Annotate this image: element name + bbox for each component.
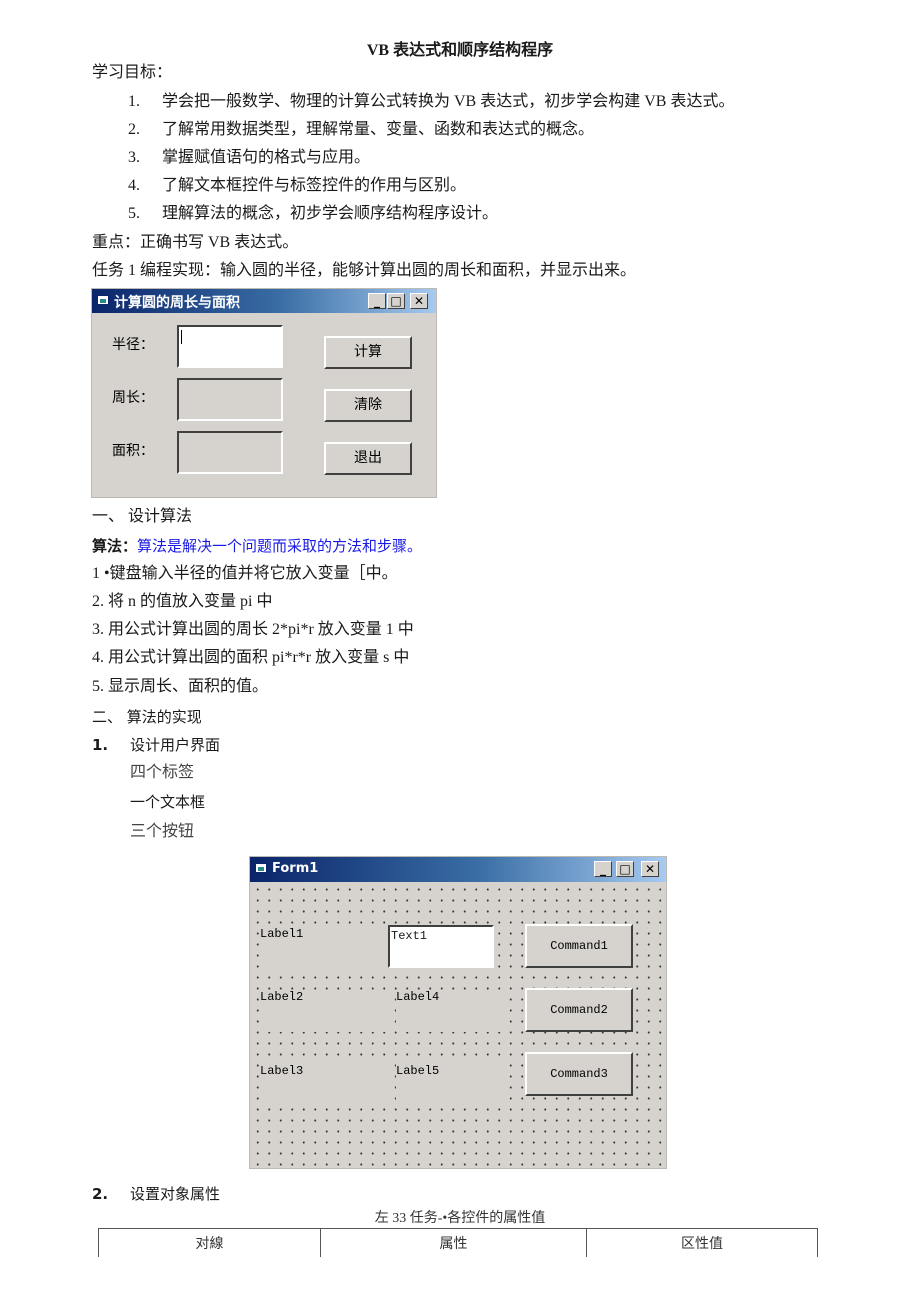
subsection-num: 1. — [92, 736, 109, 754]
task-description: 任务 1 编程实现：输入圆的半径，能够计算出圆的周长和面积，并显示出来。 — [92, 262, 637, 279]
label3-control[interactable]: Label3 — [260, 1064, 389, 1106]
perimeter-output — [177, 378, 283, 421]
step-item: 5. 显示周长、面积的值。 — [92, 678, 269, 695]
step-item: 2. 将 n 的值放入变量 pi 中 — [92, 593, 273, 610]
ui-item: 四个标签 — [130, 764, 195, 781]
close-button[interactable]: ✕ — [410, 293, 428, 309]
algorithm-label: 算法： — [92, 537, 138, 555]
close-button[interactable]: ✕ — [641, 861, 659, 877]
area-output — [177, 431, 283, 474]
objective-text: 学会把一般数学、物理的计算公式转换为 VB 表达式，初步学会构建 VB 表达式。 — [162, 93, 735, 110]
radius-label: 半径： — [112, 337, 154, 353]
section-design-algorithm: 一、 设计算法 — [92, 508, 193, 525]
objectives-heading: 学习目标： — [92, 64, 173, 81]
objective-num: 3. — [128, 149, 140, 166]
perimeter-label: 周长： — [112, 390, 154, 406]
command3-button[interactable]: Command3 — [525, 1052, 633, 1096]
objective-text: 了解文本框控件与标签控件的作用与区别。 — [162, 177, 467, 194]
objective-text: 理解算法的概念，初步学会顺序结构程序设计。 — [162, 205, 499, 222]
app-icon — [255, 863, 267, 873]
objective-item: 1. 学会把一般数学、物理的计算公式转换为 VB 表达式，初步学会构建 VB 表达… — [128, 92, 734, 112]
header-object: 对線 — [98, 1228, 321, 1257]
area-label: 面积： — [112, 443, 154, 459]
ui-item: 一个文本框 — [130, 793, 206, 811]
radius-input[interactable] — [177, 325, 283, 368]
subsection-num: 2. — [92, 1185, 109, 1203]
objective-item: 2. 了解常用数据类型，理解常量、变量、函数和表达式的概念。 — [128, 120, 594, 140]
label2-control[interactable]: Label2 — [260, 990, 389, 1032]
minimize-button[interactable]: _ — [368, 293, 386, 309]
subsection-text: 设计用户界面 — [130, 736, 221, 754]
exit-button[interactable]: 退出 — [324, 442, 412, 475]
window-title: 计算圆的周长与面积 — [114, 295, 240, 311]
step-item: 3. 用公式计算出圆的周长 2*pi*r 放入变量 1 中 — [92, 621, 414, 638]
header-property: 属性 — [320, 1228, 587, 1257]
app-icon — [97, 295, 109, 305]
clear-button[interactable]: 清除 — [324, 389, 412, 422]
subsection-properties: 2. 设置对象属性 — [92, 1184, 220, 1204]
table-caption: 左 33 任务-•各控件的属性值 — [374, 1211, 546, 1226]
objective-item: 3. 掌握赋值语句的格式与应用。 — [128, 148, 370, 168]
objective-text: 了解常用数据类型，理解常量、变量、函数和表达式的概念。 — [162, 121, 595, 138]
label4-control[interactable]: Label4 — [396, 990, 510, 1032]
minimize-button[interactable]: _ — [594, 861, 612, 877]
subsection-ui-design: 1. 设计用户界面 — [92, 735, 220, 755]
key-point: 重点：正确书写 VB 表达式。 — [92, 234, 299, 251]
objective-num: 5. — [128, 205, 140, 222]
objective-num: 4. — [128, 177, 140, 194]
label5-control[interactable]: Label5 — [396, 1064, 510, 1106]
form1-window: Form1 _ □ ✕ Label1 Label2 Label3 Label4 … — [249, 856, 667, 1169]
step-item: 4. 用公式计算出圆的面积 pi*r*r 放入变量 s 中 — [92, 649, 410, 666]
calculator-window: 计算圆的周长与面积 _ □ ✕ 半径： 周长： 面积： 计算 清除 退出 — [91, 288, 437, 498]
maximize-button[interactable]: □ — [387, 293, 405, 309]
header-value: 区性值 — [586, 1228, 818, 1257]
objective-item: 4. 了解文本框控件与标签控件的作用与区别。 — [128, 176, 466, 196]
calculate-button[interactable]: 计算 — [324, 336, 412, 369]
label1-control[interactable]: Label1 — [260, 927, 389, 969]
section-implementation: 二、 算法的实现 — [92, 708, 202, 726]
objective-item: 5. 理解算法的概念，初步学会顺序结构程序设计。 — [128, 204, 498, 224]
table-header-row: 对線 属性 区性值 — [98, 1228, 818, 1257]
document-title: VB 表达式和顺序结构程序 — [366, 42, 554, 59]
ui-item: 三个按钮 — [130, 823, 195, 840]
subsection-text: 设置对象属性 — [130, 1185, 221, 1203]
text1-control[interactable]: Text1 — [388, 925, 494, 968]
objective-num: 2. — [128, 121, 140, 138]
maximize-button[interactable]: □ — [616, 861, 634, 877]
properties-table: 对線 属性 区性值 — [98, 1228, 818, 1257]
text-cursor — [181, 330, 182, 344]
window-titlebar[interactable]: 计算圆的周长与面积 _ □ ✕ — [92, 289, 436, 313]
algorithm-text: 算法是解决一个问题而采取的方法和步骤。 — [137, 537, 423, 555]
command1-button[interactable]: Command1 — [525, 924, 633, 968]
algorithm-definition: 算法：算法是解决一个问题而采取的方法和步骤。 — [92, 536, 422, 556]
window-titlebar[interactable]: Form1 _ □ ✕ — [250, 857, 666, 882]
command2-button[interactable]: Command2 — [525, 988, 633, 1032]
window-title: Form1 — [272, 861, 319, 876]
objective-num: 1. — [128, 93, 140, 110]
step-item: 1 •键盘输入半径的值并将它放入变量［中。 — [92, 565, 398, 582]
objective-text: 掌握赋值语句的格式与应用。 — [162, 149, 371, 166]
